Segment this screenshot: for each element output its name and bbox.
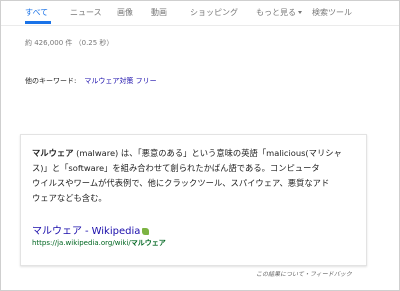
other-keywords: 他のキーワード: マルウェア対策 フリー	[25, 76, 157, 86]
feedback-link[interactable]: この結果について・フィードバック	[256, 269, 352, 278]
tab-search-tools[interactable]: 検索ツール	[312, 7, 352, 18]
tab-more[interactable]: もっと見る	[256, 7, 302, 18]
description-line-4: ウェアなども含む。	[32, 193, 107, 203]
source-site: Wikipedia	[91, 226, 141, 237]
search-tabs: すべて ニュース 画像 動画 ショッピング もっと見る 検索ツール	[1, 1, 399, 26]
tab-images[interactable]: 画像	[117, 7, 133, 18]
caret-down-icon	[298, 11, 302, 14]
search-results-panel: すべて ニュース 画像 動画 ショッピング もっと見る 検索ツール 約 426,…	[0, 0, 400, 291]
tab-news[interactable]: ニュース	[70, 7, 102, 18]
source-url-prefix: https://ja.wikipedia.org/wiki/	[32, 239, 131, 247]
description-line-2: ス)」と「software」を組み合わせて創られたかばん語である。コンピュータ	[32, 163, 320, 173]
source-name: マルウェア	[32, 226, 82, 237]
wikipedia-leaf-icon	[142, 227, 150, 235]
source-separator: -	[85, 226, 89, 237]
knowledge-card: マルウェア (malware) は、「悪意のある」という意味の英語「malici…	[20, 134, 367, 266]
keyword-link[interactable]: マルウェア対策 フリー	[84, 77, 156, 85]
description-line-1: (malware) は、「悪意のある」という意味の英語「malicious(マリ…	[73, 148, 342, 158]
source-url[interactable]: https://ja.wikipedia.org/wiki/マルウェア	[32, 238, 166, 248]
description-line-3: ウイルスやワームが代表例で、他にクラックツール、スパイウェア、悪質なアド	[32, 178, 330, 188]
tab-videos[interactable]: 動画	[151, 7, 167, 18]
result-stats: 約 426,000 件 （0.25 秒）	[25, 39, 114, 47]
active-tab-indicator	[25, 21, 51, 24]
source-link[interactable]: マルウェア - Wikipedia	[32, 222, 150, 237]
knowledge-term: マルウェア	[32, 148, 74, 158]
tab-more-label: もっと見る	[256, 8, 296, 17]
tab-all[interactable]: すべて	[25, 7, 48, 18]
other-keywords-label: 他のキーワード:	[25, 77, 77, 85]
source-url-term: マルウェア	[130, 239, 166, 247]
knowledge-description: マルウェア (malware) は、「悪意のある」という意味の英語「malici…	[32, 146, 362, 206]
tab-shopping[interactable]: ショッピング	[190, 7, 238, 18]
